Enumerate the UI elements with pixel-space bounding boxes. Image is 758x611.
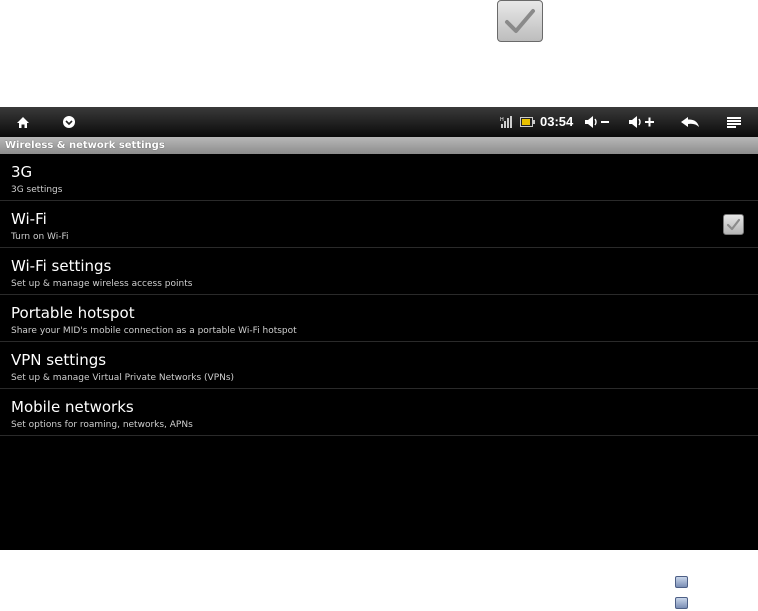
section-header: Wireless & network settings xyxy=(0,137,758,154)
home-icon[interactable] xyxy=(10,107,36,137)
status-bar: H 03:54 xyxy=(0,107,758,137)
menu-down-icon[interactable] xyxy=(56,107,82,137)
small-checkbox-icon xyxy=(675,576,688,588)
settings-item-title: Portable hotspot xyxy=(11,304,135,322)
settings-item-wifi-settings[interactable]: Wi-Fi settings Set up & manage wireless … xyxy=(0,248,758,295)
volume-down-icon[interactable] xyxy=(582,107,612,137)
settings-item-summary: Set up & manage wireless access points xyxy=(11,279,193,289)
status-clock: 03:54 xyxy=(540,114,574,129)
wifi-checkbox[interactable] xyxy=(723,214,744,235)
settings-item-wifi[interactable]: Wi-Fi Turn on Wi-Fi xyxy=(0,201,758,248)
settings-list: 3G 3G settings Wi-Fi Turn on Wi-Fi Wi-Fi… xyxy=(0,154,758,436)
svg-text:H: H xyxy=(500,117,504,123)
settings-item-title: Mobile networks xyxy=(11,398,134,416)
device-screen: H 03:54 Wireless & network settings 3G 3… xyxy=(0,107,758,550)
settings-item-title: Wi-Fi settings xyxy=(11,257,112,275)
settings-item-title: 3G xyxy=(11,163,33,181)
settings-item-vpn-settings[interactable]: VPN settings Set up & manage Virtual Pri… xyxy=(0,342,758,389)
settings-item-summary: Set up & manage Virtual Private Networks… xyxy=(11,373,235,383)
battery-icon xyxy=(519,107,535,137)
settings-item-title: Wi-Fi xyxy=(11,210,47,228)
back-icon[interactable] xyxy=(677,107,703,137)
settings-item-summary: Share your MID's mobile connection as a … xyxy=(11,326,297,336)
settings-item-summary: Turn on Wi-Fi xyxy=(11,232,69,242)
menu-icon[interactable] xyxy=(722,107,746,137)
settings-item-mobile-networks[interactable]: Mobile networks Set options for roaming,… xyxy=(0,389,758,436)
volume-up-icon[interactable] xyxy=(627,107,657,137)
settings-item-title: VPN settings xyxy=(11,351,107,369)
settings-item-portable-hotspot[interactable]: Portable hotspot Share your MID's mobile… xyxy=(0,295,758,342)
small-checkbox-icon xyxy=(675,597,688,609)
signal-icon: H xyxy=(499,107,517,137)
settings-item-summary: Set options for roaming, networks, APNs xyxy=(11,420,193,430)
checkbox-checked-icon-large xyxy=(497,0,543,42)
settings-item-summary: 3G settings xyxy=(11,185,63,195)
settings-item-3g[interactable]: 3G 3G settings xyxy=(0,154,758,201)
